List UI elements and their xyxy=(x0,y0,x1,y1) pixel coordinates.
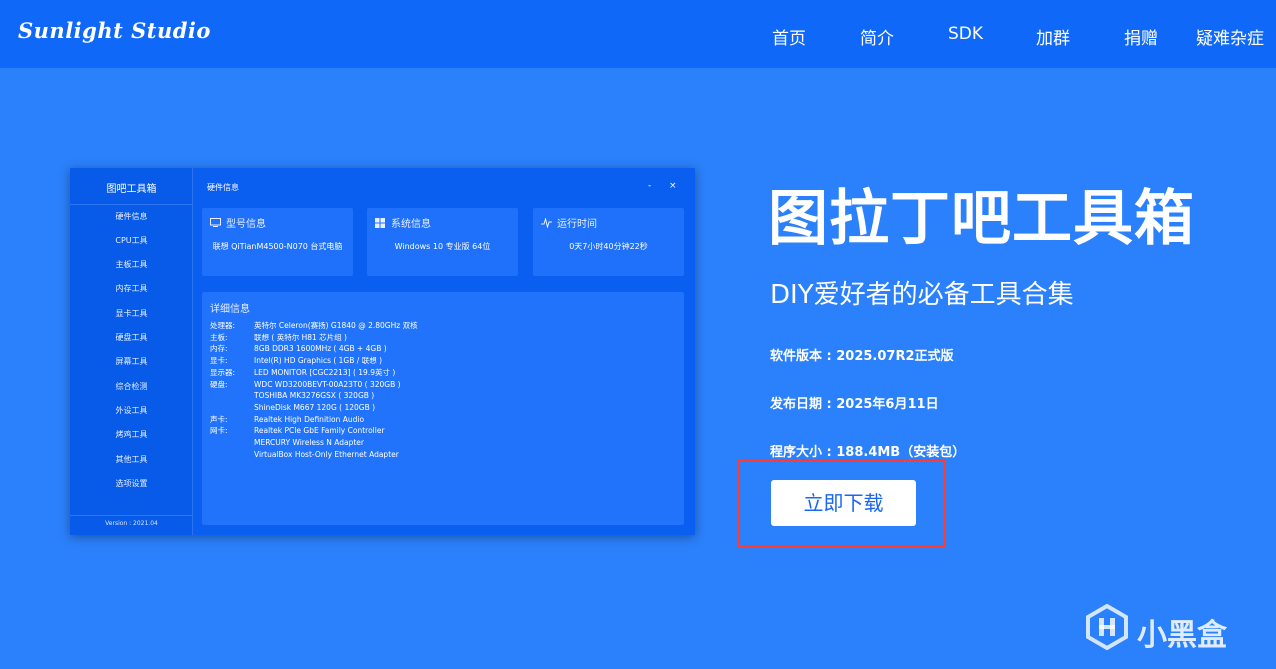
app-sidebar-title: 图吧工具箱 xyxy=(106,184,157,195)
app-version: Version : 2021.04 xyxy=(105,520,158,527)
app-main-panel: 硬件信息 - × 型号信息 联想 QiTianM4500-N070 台式电脑 系… xyxy=(193,168,695,535)
detail-value: 联想 ( 英特尔 H81 芯片组 ) xyxy=(254,332,347,342)
sidebar-item-screen-tools: 屏幕工具 xyxy=(115,357,148,366)
site-logo[interactable]: Sunlight Studio xyxy=(18,18,211,43)
minimize-icon: - xyxy=(648,181,652,191)
uptime-value: 0天7小时40分钟22秒 xyxy=(569,242,648,251)
windows-icon xyxy=(375,218,387,231)
system-info-value: Windows 10 专业版 64位 xyxy=(394,242,491,251)
detail-value: Realtek PCIe GbE Family Controller xyxy=(254,426,385,436)
detail-value: LED MONITOR [CGC2213] ( 19.9英寸 ) xyxy=(254,367,396,377)
system-info-card: 系统信息 Windows 10 专业版 64位 xyxy=(367,208,518,276)
download-button[interactable]: 立即下载 xyxy=(771,480,916,526)
product-subtitle: DIY爱好者的必备工具合集 xyxy=(770,280,1074,310)
detail-value: TOSHIBA MK3276GSX ( 320GB ) xyxy=(254,391,375,401)
release-date: 发布日期 : 2025年6月11日 xyxy=(770,397,939,412)
detail-value: WDC WD3200BEVT-00A23T0 ( 320GB ) xyxy=(254,379,401,389)
card-title: 系统信息 xyxy=(391,219,431,230)
nav-intro[interactable]: 简介 xyxy=(860,24,894,49)
details-panel: 详细信息 处理器: 英特尔 Celeron(赛扬) G1840 @ 2.80GHz… xyxy=(202,292,684,525)
nav-sdk[interactable]: SDK xyxy=(948,24,983,44)
card-title: 型号信息 xyxy=(226,219,266,230)
detail-label: 主板: xyxy=(210,332,228,342)
sidebar-item-peripheral-tools: 外设工具 xyxy=(115,406,148,415)
detail-value: Realtek High Definition Audio xyxy=(254,414,365,424)
software-version: 软件版本 : 2025.07R2正式版 xyxy=(770,349,954,364)
nav-faq[interactable]: 疑难杂症 xyxy=(1196,24,1264,49)
nav-home[interactable]: 首页 xyxy=(772,24,806,49)
detail-label: 声卡: xyxy=(210,414,228,424)
product-title: 图拉丁吧工具箱 xyxy=(768,184,1195,254)
close-icon: × xyxy=(669,181,677,191)
detail-label: 网卡: xyxy=(210,426,228,436)
card-title: 运行时间 xyxy=(557,219,597,230)
app-sidebar: 图吧工具箱 硬件信息 CPU工具 主板工具 内存工具 显卡工具 硬盘工具 屏幕工… xyxy=(70,168,193,535)
sidebar-item-gpu-tools: 显卡工具 xyxy=(115,309,148,318)
nav-join-group[interactable]: 加群 xyxy=(1036,24,1070,49)
details-title: 详细信息 xyxy=(210,304,250,315)
model-info-value: 联想 QiTianM4500-N070 台式电脑 xyxy=(212,242,343,251)
app-titlebar: 硬件信息 - × xyxy=(193,168,695,204)
detail-value: VirtualBox Host-Only Ethernet Adapter xyxy=(254,449,399,459)
detail-label: 内存: xyxy=(210,344,228,354)
heybox-logo-icon xyxy=(1086,604,1128,650)
detail-label: 硬盘: xyxy=(210,379,228,389)
top-navigation-bar: Sunlight Studio 首页 简介 SDK 加群 捐赠 疑难杂症 xyxy=(0,0,1276,68)
detail-label: 显示器: xyxy=(210,367,236,377)
watermark: 小黑盒 xyxy=(1084,600,1244,656)
detail-value: ShineDisk M667 120G ( 120GB ) xyxy=(254,402,376,412)
nav-donate[interactable]: 捐赠 xyxy=(1124,24,1158,49)
divider xyxy=(70,204,193,205)
detail-value: 英特尔 Celeron(赛扬) G1840 @ 2.80GHz 双核 xyxy=(254,321,418,330)
detail-label: 显卡: xyxy=(210,356,228,366)
sidebar-item-memory-tools: 内存工具 xyxy=(115,284,148,293)
detail-value: Intel(R) HD Graphics ( 1GB / 联想 ) xyxy=(254,356,382,366)
pulse-icon xyxy=(541,217,553,231)
detail-value: MERCURY Wireless N Adapter xyxy=(254,438,364,447)
app-window-title: 硬件信息 xyxy=(207,183,239,192)
detail-label: 处理器: xyxy=(210,321,236,330)
divider xyxy=(70,515,193,516)
sidebar-item-disk-tools: 硬盘工具 xyxy=(115,333,148,342)
uptime-card: 运行时间 0天7小时40分钟22秒 xyxy=(533,208,684,276)
sidebar-item-hardware-info: 硬件信息 xyxy=(115,212,148,221)
sidebar-item-motherboard-tools: 主板工具 xyxy=(115,260,148,269)
model-info-card: 型号信息 联想 QiTianM4500-N070 台式电脑 xyxy=(202,208,353,276)
monitor-icon xyxy=(210,218,222,231)
sidebar-item-benchmark: 综合检测 xyxy=(115,382,148,391)
watermark-text: 小黑盒 xyxy=(1137,618,1227,653)
sidebar-item-settings: 选项设置 xyxy=(115,479,148,488)
sidebar-item-other-tools: 其他工具 xyxy=(115,455,148,464)
program-size: 程序大小 : 188.4MB（安装包） xyxy=(770,445,966,460)
sidebar-item-stress-tools: 烤鸡工具 xyxy=(115,430,148,439)
app-preview-screenshot: 图吧工具箱 硬件信息 CPU工具 主板工具 内存工具 显卡工具 硬盘工具 屏幕工… xyxy=(70,168,695,535)
detail-value: 8GB DDR3 1600MHz ( 4GB + 4GB ) xyxy=(254,344,387,354)
sidebar-item-cpu-tools: CPU工具 xyxy=(115,236,148,245)
